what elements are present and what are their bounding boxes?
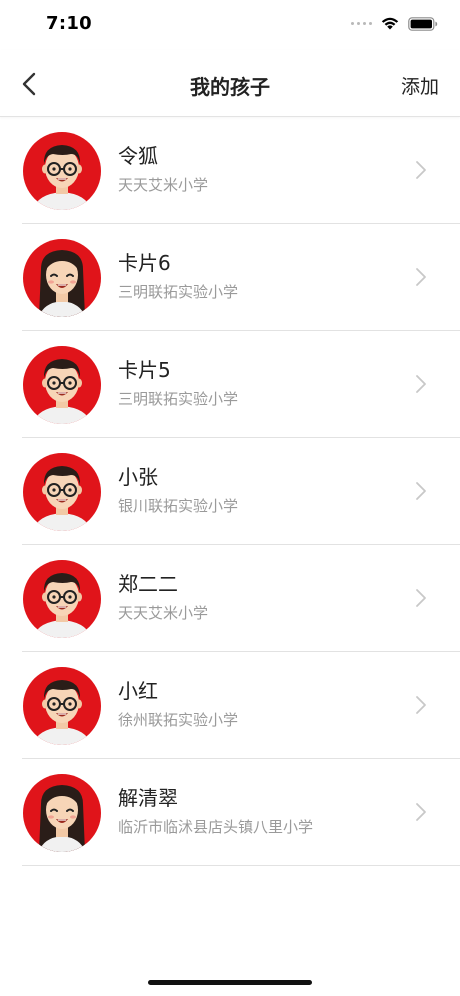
avatar: [23, 667, 101, 745]
chevron-right-icon: [416, 482, 426, 500]
child-name: 小红: [118, 679, 158, 703]
child-name: 郑二二: [118, 572, 178, 596]
child-info: 卡片5 三明联拓实验小学: [118, 357, 238, 409]
child-school: 徐州联拓实验小学: [118, 711, 239, 729]
avatar: [23, 774, 101, 852]
child-info: 令狐 天天艾米小学: [118, 143, 208, 195]
home-indicator: [148, 980, 312, 985]
child-list-item[interactable]: 解清翠临沂市临沭县店头镇八里小学: [0, 759, 460, 866]
child-name: 卡片5: [118, 358, 171, 382]
avatar: [23, 346, 101, 424]
child-info: 小红徐州联拓实验小学: [118, 678, 238, 730]
child-school: 天天艾米小学: [118, 176, 209, 194]
navigation-bar: 我的孩子 添加: [0, 50, 460, 117]
child-school: 临沂市临沭县店头镇八里小学: [118, 818, 314, 836]
page-title: 我的孩子: [190, 75, 270, 99]
chevron-right-icon: [416, 696, 426, 714]
status-icons: [351, 16, 438, 31]
chevron-right-icon: [416, 268, 426, 286]
child-school: 银川联拓实验小学: [118, 497, 239, 515]
chevron-right-icon: [416, 161, 426, 179]
child-list-item[interactable]: 小张银川联拓实验小学: [0, 438, 460, 545]
child-school: 三明联拓实验小学: [118, 283, 239, 301]
wifi-icon: [381, 17, 399, 30]
child-info: 郑二二 天天艾米小学: [118, 571, 208, 623]
child-school: 三明联拓实验小学: [118, 390, 239, 408]
child-info: 卡片6 三明联拓实验小学: [118, 250, 238, 302]
child-list-item[interactable]: 卡片5 三明联拓实验小学: [0, 331, 460, 438]
add-child-button[interactable]: 添加: [401, 72, 439, 99]
avatar: [23, 453, 101, 531]
battery-icon: [408, 16, 438, 31]
child-info: 解清翠临沂市临沭县店头镇八里小学: [118, 785, 313, 837]
avatar: [23, 560, 101, 638]
child-list-item[interactable]: 令狐 天天艾米小学: [0, 117, 460, 224]
child-list-item[interactable]: 郑二二 天天艾米小学: [0, 545, 460, 652]
child-name: 令狐: [118, 144, 158, 168]
child-name: 小张: [118, 465, 158, 489]
children-list: 令狐 天天艾米小学 卡片6 三明联拓实验小学 卡片5 三明联拓实验小学 小张 银川联拓实验小学…: [0, 117, 460, 866]
status-bar: 7:10: [0, 0, 460, 50]
child-list-item[interactable]: 卡片6 三明联拓实验小学: [0, 224, 460, 331]
child-school: 天天艾米小学: [118, 604, 209, 622]
chevron-right-icon: [416, 803, 426, 821]
avatar: [23, 132, 101, 210]
status-time: 7:10: [46, 13, 92, 34]
child-info: 小张银川联拓实验小学: [118, 464, 238, 516]
child-list-item[interactable]: 小红徐州联拓实验小学: [0, 652, 460, 759]
child-name: 解清翠: [118, 786, 178, 810]
chevron-right-icon: [416, 375, 426, 393]
signal-icon: [351, 22, 372, 25]
chevron-right-icon: [416, 589, 426, 607]
avatar: [23, 239, 101, 317]
child-name: 卡片6: [118, 251, 171, 275]
